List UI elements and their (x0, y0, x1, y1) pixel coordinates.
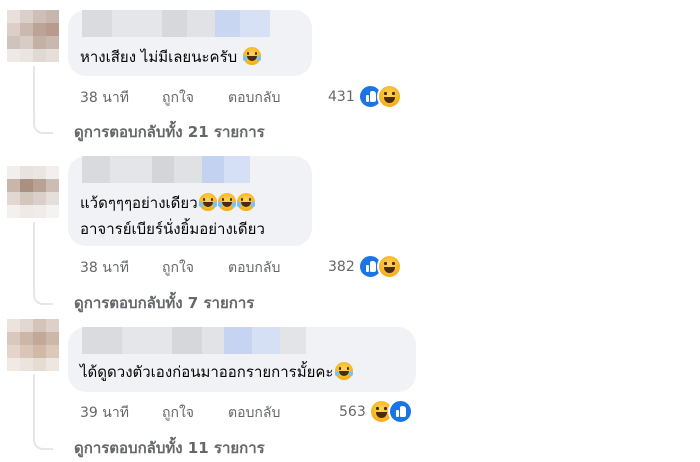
thread-line (33, 374, 35, 436)
avatar[interactable] (7, 166, 59, 218)
like-icon (387, 399, 413, 424)
comment-time[interactable]: 38 นาที (80, 257, 129, 279)
like-button[interactable]: ถูกใจ (162, 87, 194, 109)
view-replies-link[interactable]: ดูการตอบกลับทั้ง 7 รายการ (74, 291, 254, 315)
comment-text: อาจารย์เบียร์นั่งยิ้มอย่างเดียว (80, 220, 265, 238)
view-replies-link[interactable]: ดูการตอบกลับทั้ง 21 รายการ (74, 120, 265, 144)
comment-bubble: ได้ดูดวงตัวเองก่อนมาออกรายการมั้ยคะ (68, 327, 416, 392)
laughing-emoji-icon (242, 47, 261, 65)
laughing-emoji-icon (236, 193, 255, 211)
comment-text: แว้ดๆๆๆอย่างเดียว (80, 190, 255, 216)
reply-button[interactable]: ตอบกลับ (228, 87, 280, 109)
author-name-redacted[interactable] (82, 156, 250, 183)
reaction-summary[interactable]: 382 (328, 254, 402, 279)
reaction-count: 431 (328, 88, 355, 105)
thread-connector (33, 289, 53, 305)
comment-bubble: หางเสียง ไม่มีเลยนะครับ (68, 10, 312, 76)
reply-button[interactable]: ตอบกลับ (228, 402, 280, 424)
comment-text: หางเสียง ไม่มีเลยนะครับ (80, 44, 261, 70)
author-name-redacted[interactable] (82, 10, 270, 37)
comment-actions: 38 นาที ถูกใจ ตอบกลับ (80, 257, 340, 277)
like-button[interactable]: ถูกใจ (162, 402, 194, 424)
author-name-redacted[interactable] (82, 327, 306, 354)
comment-time[interactable]: 39 นาที (80, 402, 129, 424)
comment-actions: 39 นาที ถูกใจ ตอบกลับ (80, 402, 340, 422)
reaction-count: 563 (339, 403, 366, 420)
thread-connector (33, 434, 53, 450)
comment-time[interactable]: 38 นาที (80, 87, 129, 109)
avatar[interactable] (7, 319, 59, 371)
haha-icon (376, 254, 402, 279)
comment-actions: 38 นาที ถูกใจ ตอบกลับ (80, 87, 340, 107)
like-button[interactable]: ถูกใจ (162, 257, 194, 279)
thread-line (33, 222, 35, 289)
reaction-count: 382 (328, 258, 355, 275)
reaction-summary[interactable]: 563 (339, 399, 413, 424)
thread-line (33, 66, 35, 118)
haha-icon (376, 84, 402, 109)
laughing-emoji-icon (334, 362, 353, 380)
laughing-emoji-icon (217, 193, 236, 211)
view-replies-link[interactable]: ดูการตอบกลับทั้ง 11 รายการ (74, 436, 265, 460)
laughing-emoji-icon (198, 193, 217, 211)
avatar[interactable] (7, 10, 59, 62)
reply-button[interactable]: ตอบกลับ (228, 257, 280, 279)
thread-connector (33, 118, 53, 134)
comment-text: ได้ดูดวงตัวเองก่อนมาออกรายการมั้ยคะ (80, 359, 353, 385)
reaction-summary[interactable]: 431 (328, 84, 402, 109)
comment-bubble: แว้ดๆๆๆอย่างเดียว อาจารย์เบียร์นั่งยิ้มอ… (68, 156, 312, 246)
